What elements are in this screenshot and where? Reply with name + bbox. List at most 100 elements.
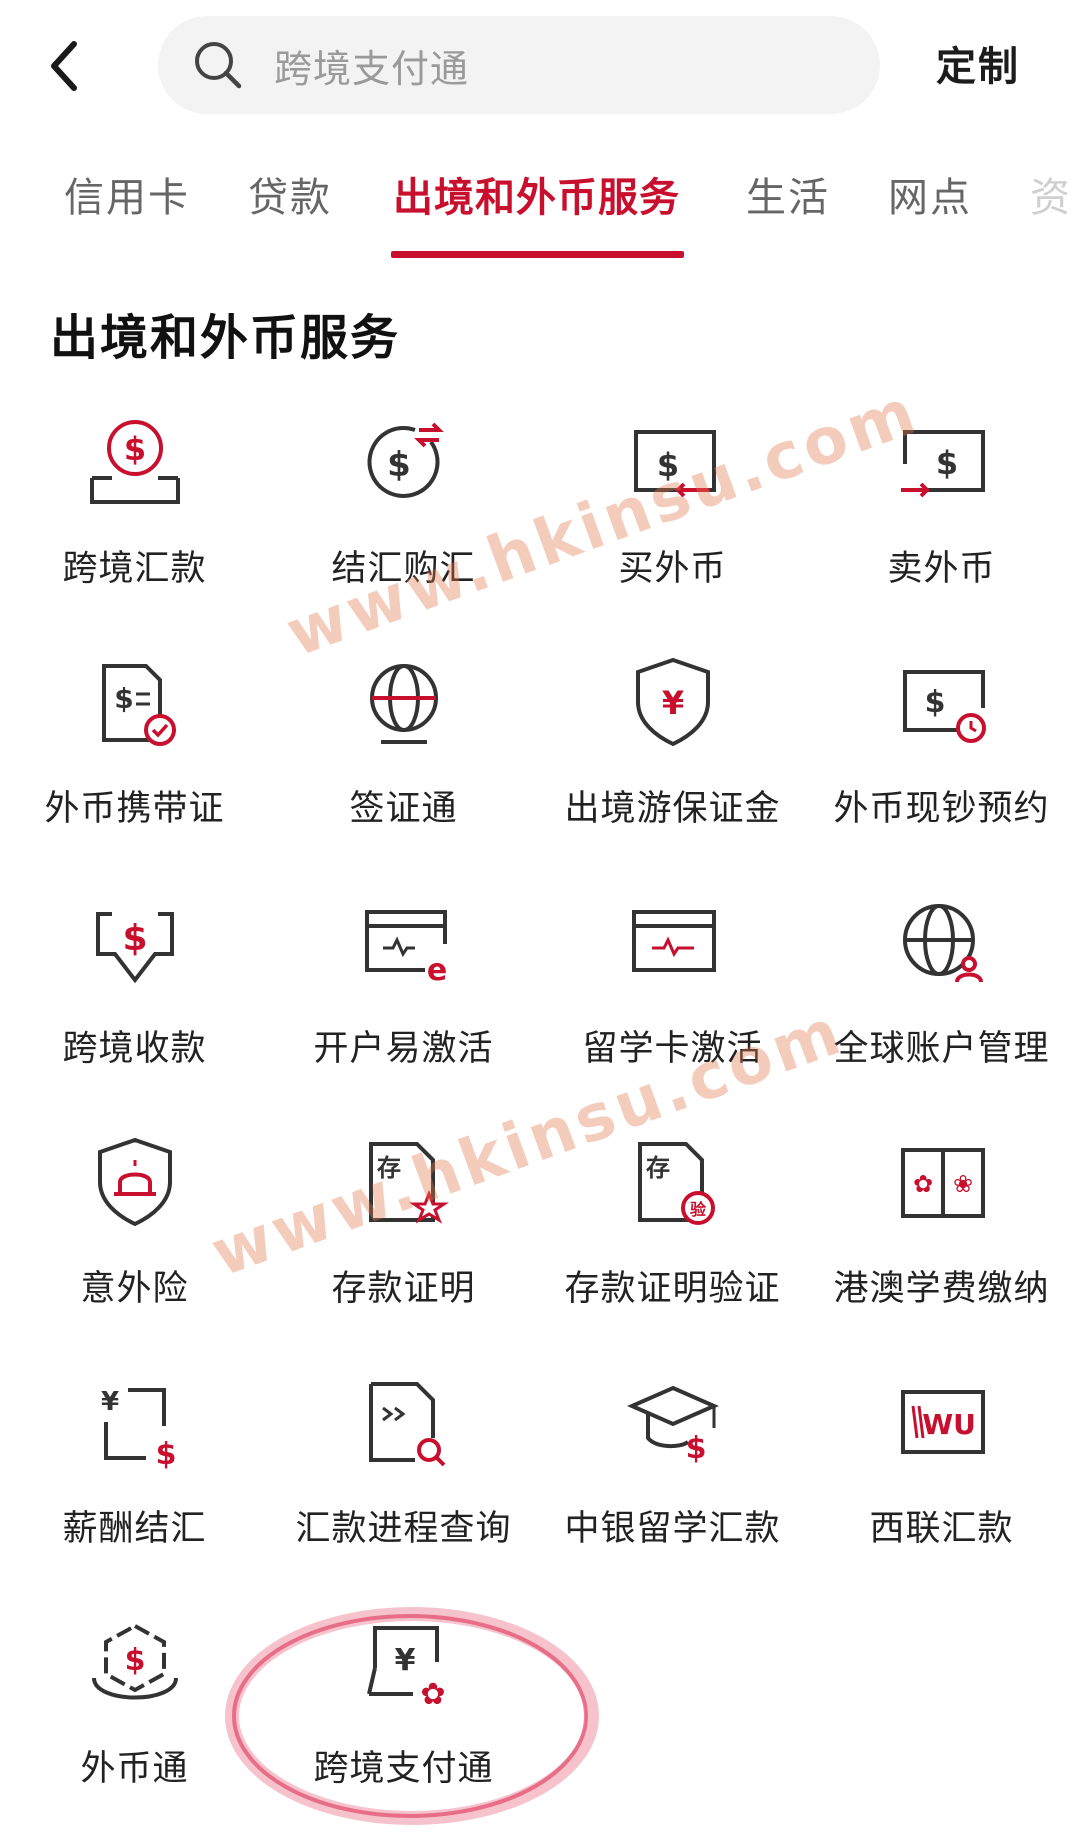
service-boc-study-remittance[interactable]: $ 中银留学汇款 (538, 1368, 807, 1588)
back-button[interactable] (40, 35, 88, 97)
globe-user-icon (887, 888, 997, 998)
service-fx-pass[interactable]: $ 外币通 (0, 1608, 269, 1828)
service-label: 意外险 (80, 1269, 189, 1309)
salary-exchange-icon: ¥ $ (80, 1368, 190, 1478)
search-input[interactable]: 跨境支付通 (158, 16, 880, 114)
service-label: 存款证明验证 (564, 1269, 781, 1309)
graduation-cap-icon: $ (618, 1368, 728, 1478)
service-label: 汇款进程查询 (295, 1509, 512, 1549)
svg-text:$: $ (122, 918, 147, 959)
svg-text:$: $ (155, 1437, 176, 1472)
service-account-activation[interactable]: e 开户易激活 (269, 888, 538, 1108)
service-label: 卖外币 (887, 549, 996, 589)
dollar-down-icon: $ (80, 888, 190, 998)
svg-text:存: 存 (646, 1154, 670, 1182)
tab-loans[interactable]: 贷款 (248, 165, 332, 223)
service-label: 跨境收款 (62, 1029, 207, 1069)
document-check-icon: $ (80, 648, 190, 758)
service-label: 外币通 (80, 1749, 189, 1789)
service-label: 出境游保证金 (564, 789, 781, 829)
service-label: 外币现钞预约 (833, 789, 1050, 829)
buy-currency-icon: $ (618, 408, 728, 518)
service-label: 外币携带证 (44, 789, 225, 829)
dollar-hexagon-icon: $ (80, 1608, 190, 1718)
svg-text:¥: ¥ (100, 1387, 118, 1417)
service-label: 西联汇款 (869, 1509, 1014, 1549)
search-placeholder: 跨境支付通 (274, 46, 470, 91)
svg-text:$: $ (124, 1643, 145, 1678)
svg-text:验: 验 (689, 1200, 706, 1219)
tab-assets[interactable]: 资 (1030, 165, 1072, 223)
deposit-star-icon: 存 (349, 1128, 459, 1238)
service-cross-border-pay[interactable]: ¥ ✿ 跨境支付通 (269, 1608, 538, 1828)
service-label: 存款证明 (331, 1269, 476, 1309)
service-label: 买外币 (618, 549, 727, 589)
western-union-icon: WU (887, 1368, 997, 1478)
card-e-icon: e (349, 888, 459, 998)
service-label: 中银留学汇款 (564, 1509, 781, 1549)
service-remittance-query[interactable]: 汇款进程查询 (269, 1368, 538, 1588)
svg-text:$: $ (387, 445, 411, 485)
svg-text:$: $ (685, 1431, 706, 1466)
service-sell-fx[interactable]: $ 卖外币 (807, 408, 1076, 628)
service-western-union[interactable]: WU 西联汇款 (807, 1368, 1076, 1588)
dollar-exchange-icon: $ (349, 408, 459, 518)
yuan-shield-icon: ¥ (618, 648, 728, 758)
chevron-left-icon (51, 41, 77, 91)
globe-icon (349, 648, 459, 758)
svg-text:e: e (426, 953, 446, 988)
svg-text:¥: ¥ (661, 684, 683, 722)
section-title: 出境和外币服务 (50, 310, 401, 366)
svg-text:¥: ¥ (394, 1643, 415, 1678)
svg-text:✿: ✿ (912, 1170, 932, 1198)
svg-text:$: $ (656, 446, 678, 484)
hk-macau-book-icon: ✿ ❀ (887, 1128, 997, 1238)
svg-text:❀: ❀ (952, 1170, 972, 1198)
active-tab-indicator (391, 251, 684, 258)
tab-life[interactable]: 生活 (746, 165, 830, 223)
service-deposit-cert[interactable]: 存 存款证明 (269, 1128, 538, 1348)
svg-text:存: 存 (377, 1154, 401, 1182)
service-fx-carry-cert[interactable]: $ 外币携带证 (0, 648, 269, 868)
service-label: 全球账户管理 (833, 1029, 1050, 1069)
service-accident-insurance[interactable]: 意外险 (0, 1128, 269, 1348)
service-hk-macau-tuition[interactable]: ✿ ❀ 港澳学费缴纳 (807, 1128, 1076, 1348)
service-label: 跨境支付通 (313, 1749, 494, 1789)
tab-travel-forex[interactable]: 出境和外币服务 (393, 165, 680, 223)
service-cross-border-receipt[interactable]: $ 跨境收款 (0, 888, 269, 1108)
service-global-account[interactable]: 全球账户管理 (807, 888, 1076, 1108)
svg-text:$: $ (123, 430, 145, 468)
search-icon (192, 39, 244, 91)
tab-credit-card[interactable]: 信用卡 (64, 165, 190, 223)
service-label: 跨境汇款 (62, 549, 207, 589)
service-label: 薪酬结汇 (62, 1509, 207, 1549)
service-fx-settlement[interactable]: $ 结汇购汇 (269, 408, 538, 628)
service-buy-fx[interactable]: $ 买外币 (538, 408, 807, 628)
service-label: 签证通 (349, 789, 458, 829)
category-tabs: 信用卡 贷款 出境和外币服务 生活 网点 资 (0, 165, 1076, 265)
service-cash-reservation[interactable]: $ 外币现钞预约 (807, 648, 1076, 868)
service-label: 结汇购汇 (331, 549, 476, 589)
svg-text:✿: ✿ (420, 1677, 445, 1712)
cash-clock-icon: $ (887, 648, 997, 758)
tab-branches[interactable]: 网点 (888, 165, 972, 223)
service-deposit-verify[interactable]: 存验 存款证明验证 (538, 1128, 807, 1348)
service-travel-deposit[interactable]: ¥ 出境游保证金 (538, 648, 807, 868)
svg-text:$: $ (935, 444, 957, 482)
svg-text:WU: WU (922, 1408, 976, 1441)
sell-currency-icon: $ (887, 408, 997, 518)
service-label: 港澳学费缴纳 (833, 1269, 1050, 1309)
dollar-tray-icon: $ (80, 408, 190, 518)
remit-query-icon (349, 1368, 459, 1478)
svg-text:$: $ (924, 685, 945, 720)
service-cross-border-remittance[interactable]: $ 跨境汇款 (0, 408, 269, 628)
service-label: 留学卡激活 (582, 1029, 763, 1069)
customize-button[interactable]: 定制 (936, 34, 1020, 92)
yuan-bauhinia-icon: ¥ ✿ (349, 1608, 459, 1718)
service-label: 开户易激活 (313, 1029, 494, 1069)
deposit-verify-icon: 存验 (618, 1128, 728, 1238)
service-study-card-activation[interactable]: 留学卡激活 (538, 888, 807, 1108)
card-activate-icon (618, 888, 728, 998)
service-salary-exchange[interactable]: ¥ $ 薪酬结汇 (0, 1368, 269, 1588)
service-visa[interactable]: 签证通 (269, 648, 538, 868)
